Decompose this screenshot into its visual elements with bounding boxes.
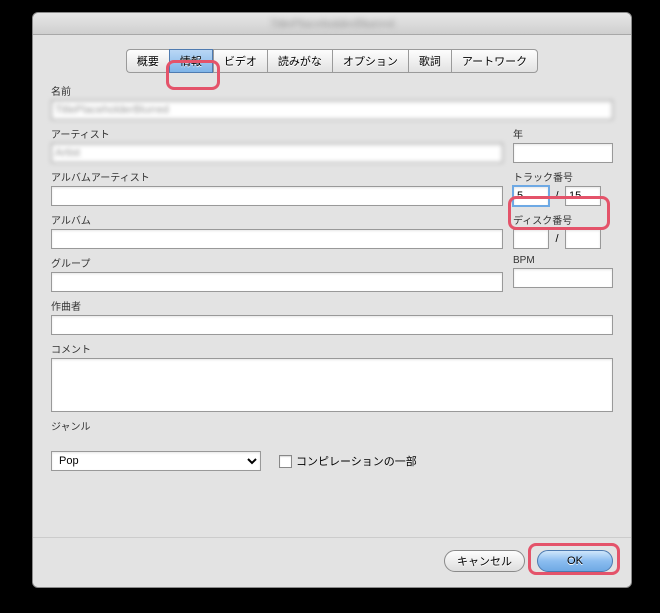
label-artist: アーティスト: [51, 126, 503, 141]
tab-video[interactable]: ビデオ: [213, 49, 267, 73]
track-total-field[interactable]: [565, 186, 601, 206]
genre-select[interactable]: Pop: [51, 451, 261, 471]
tab-bar: 概要 情報 ビデオ 読みがな オプション 歌詞 アートワーク: [126, 49, 538, 73]
disc-current-field[interactable]: [513, 229, 549, 249]
compilation-checkbox[interactable]: コンピレーションの一部: [279, 453, 417, 469]
tab-options[interactable]: オプション: [332, 49, 408, 73]
track-current-field[interactable]: [513, 186, 549, 206]
year-field[interactable]: [513, 143, 613, 163]
label-track-no: トラック番号: [513, 169, 613, 184]
ok-button[interactable]: OK: [537, 550, 613, 572]
comments-field[interactable]: [51, 358, 613, 412]
label-album-artist: アルバムアーティスト: [51, 169, 503, 184]
tab-artwork[interactable]: アートワーク: [451, 49, 538, 73]
artist-field[interactable]: [51, 143, 503, 163]
window-title: TitlePlaceholderBlurred: [270, 17, 394, 31]
label-name: 名前: [51, 83, 613, 98]
grouping-field[interactable]: [51, 272, 503, 292]
disc-slash: /: [553, 233, 561, 245]
disc-total-field[interactable]: [565, 229, 601, 249]
album-artist-field[interactable]: [51, 186, 503, 206]
tab-lyrics[interactable]: 歌詞: [408, 49, 451, 73]
tab-info[interactable]: 情報: [169, 49, 213, 73]
bpm-field[interactable]: [513, 268, 613, 288]
label-year: 年: [513, 126, 613, 141]
label-compilation: コンピレーションの一部: [296, 453, 417, 469]
label-grouping: グループ: [51, 255, 503, 270]
tab-sorting[interactable]: 読みがな: [267, 49, 332, 73]
album-field[interactable]: [51, 229, 503, 249]
label-genre: ジャンル: [51, 418, 613, 433]
label-disc-no: ディスク番号: [513, 212, 613, 227]
name-field[interactable]: [51, 100, 613, 120]
titlebar: TitlePlaceholderBlurred: [33, 13, 631, 35]
tab-summary[interactable]: 概要: [126, 49, 169, 73]
cancel-button[interactable]: キャンセル: [444, 550, 525, 572]
button-bar: キャンセル OK: [33, 537, 631, 587]
label-comments: コメント: [51, 341, 613, 356]
info-dialog: TitlePlaceholderBlurred 概要 情報 ビデオ 読みがな オ…: [32, 12, 632, 588]
label-album: アルバム: [51, 212, 503, 227]
track-slash: /: [553, 190, 561, 202]
composer-field[interactable]: [51, 315, 613, 335]
label-composer: 作曲者: [51, 298, 613, 313]
label-bpm: BPM: [513, 255, 613, 266]
checkbox-icon: [279, 455, 292, 468]
content-area: 概要 情報 ビデオ 読みがな オプション 歌詞 アートワーク 名前 アーティスト…: [33, 35, 631, 537]
